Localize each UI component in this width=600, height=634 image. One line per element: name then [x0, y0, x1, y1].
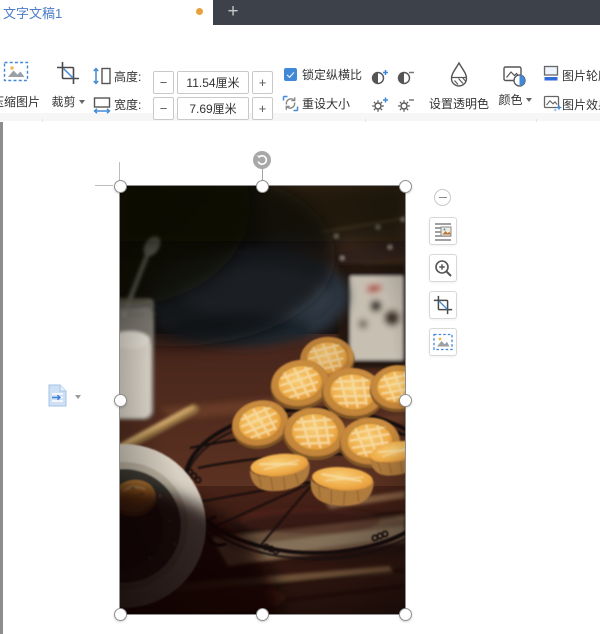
minus-icon: [439, 197, 447, 199]
resize-handle-bottom-center[interactable]: [256, 608, 269, 621]
reset-size-label: 重设大小: [302, 95, 350, 113]
wps-writer-window: { "tab_bar": { "document_title": "文字文稿1"…: [0, 0, 600, 634]
picture-outline-label[interactable]: 图片轮廓: [562, 67, 600, 84]
page-edge-strip: [0, 122, 3, 634]
reset-size-icon[interactable]: [282, 95, 299, 112]
color-icon: [502, 63, 528, 89]
height-decrease-button[interactable]: −: [153, 71, 174, 94]
egg-tarts-photo: [120, 186, 405, 614]
set-transparent-color-button[interactable]: 设置透明色: [428, 61, 490, 112]
height-increase-button[interactable]: +: [252, 71, 273, 94]
increase-brightness-icon[interactable]: [369, 95, 391, 115]
picture-effects-icon[interactable]: [543, 94, 563, 113]
width-icon: [92, 94, 112, 114]
resize-handle-top-right[interactable]: [399, 180, 412, 193]
height-label: 高度:: [114, 66, 141, 88]
width-input[interactable]: [177, 97, 249, 120]
dropdown-caret-icon: [526, 98, 532, 102]
lock-aspect-checkbox[interactable]: [284, 68, 297, 81]
compress-picture-button[interactable]: 压缩图片: [0, 60, 44, 110]
text-wrap-layout-button[interactable]: [429, 217, 457, 245]
width-label: 宽度:: [114, 94, 141, 116]
width-decrease-button[interactable]: −: [153, 97, 174, 120]
margin-corner-mark: [95, 185, 113, 186]
selected-picture[interactable]: [120, 186, 405, 614]
increase-contrast-icon[interactable]: [369, 67, 391, 87]
crop-button[interactable]: 裁剪: [46, 61, 90, 111]
decrease-contrast-icon[interactable]: [395, 67, 417, 87]
tab-bar-background: [213, 0, 600, 25]
text-wrap-icon: [432, 220, 454, 242]
document-canvas[interactable]: [0, 122, 600, 634]
dropdown-caret-icon: [75, 395, 81, 399]
margin-corner-mark: [119, 162, 120, 181]
tab-bar: 文字文稿1 +: [0, 0, 600, 26]
resize-handle-top-left[interactable]: [114, 180, 127, 193]
compress-picture-side-button[interactable]: [429, 328, 457, 356]
crop-icon: [433, 295, 453, 315]
decrease-brightness-icon[interactable]: [395, 95, 417, 115]
unsaved-dot-icon: [196, 8, 203, 15]
rotate-handle[interactable]: [253, 151, 271, 169]
ribbon-footer-band: [0, 113, 600, 121]
view-original-button[interactable]: [429, 254, 457, 282]
resize-handle-middle-left[interactable]: [114, 394, 127, 407]
resize-handle-top-center[interactable]: [256, 180, 269, 193]
height-input[interactable]: [177, 71, 249, 94]
new-tab-button[interactable]: +: [216, 0, 250, 25]
picture-effects-label[interactable]: 图片效果: [562, 96, 600, 113]
layout-options-button[interactable]: [48, 384, 82, 412]
picture-outline-icon[interactable]: [543, 65, 560, 82]
crop-icon: [56, 61, 80, 85]
zoom-in-icon: [432, 257, 454, 279]
rotate-icon: [256, 154, 268, 166]
width-increase-button[interactable]: +: [252, 97, 273, 120]
compress-picture-icon: [2, 60, 30, 84]
compress-picture-icon: [432, 332, 454, 352]
resize-handle-bottom-right[interactable]: [399, 608, 412, 621]
layout-anchor-icon: [48, 384, 67, 407]
picture-tools-ribbon: 压缩图片 裁剪 高度: − + 宽度: − + 锁定纵横比 重设大小: [0, 57, 600, 123]
lock-aspect-label: 锁定纵横比: [302, 66, 362, 84]
resize-handle-bottom-left[interactable]: [114, 608, 127, 621]
menu-bar: 开始 插入 页面布局 引用 审阅 视图 章节 安全 开发工具 特色功能: [0, 26, 600, 57]
document-tab[interactable]: 文字文稿1: [0, 0, 213, 26]
dropdown-caret-icon: [79, 100, 85, 104]
collapse-toolbar-button[interactable]: [434, 189, 451, 206]
color-button[interactable]: 颜色: [494, 63, 536, 109]
crop-picture-button[interactable]: [429, 291, 457, 319]
document-tab-title: 文字文稿1: [3, 0, 62, 26]
transparent-color-icon: [445, 61, 473, 91]
resize-handle-middle-right[interactable]: [399, 394, 412, 407]
height-icon: [92, 66, 112, 86]
